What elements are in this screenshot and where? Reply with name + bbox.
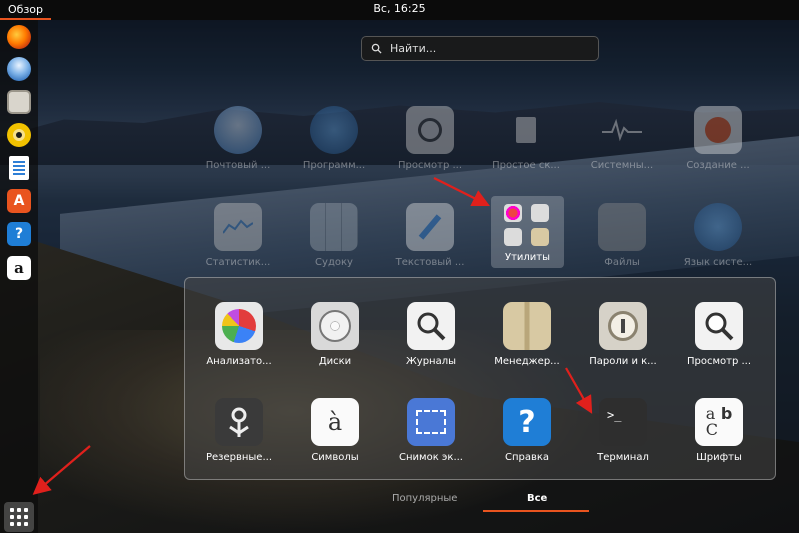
- app-disks[interactable]: Диски: [287, 302, 383, 367]
- top-bar: Обзор Вс, 16:25: [0, 0, 799, 20]
- amazon-icon[interactable]: a: [7, 256, 31, 280]
- app-statistics[interactable]: Статистик...: [190, 203, 286, 268]
- search-placeholder: Найти...: [390, 42, 437, 55]
- app-label: Системны...: [590, 160, 654, 171]
- app-label: Файлы: [604, 257, 640, 268]
- app-label: Резервные...: [205, 452, 272, 463]
- app-label: Диски: [318, 356, 352, 367]
- magnifier-icon: [406, 106, 454, 154]
- app-disk-usage-analyzer[interactable]: Анализато...: [191, 302, 287, 367]
- app-startup-disk[interactable]: Создание ...: [670, 106, 766, 171]
- sudoku-icon: [310, 203, 358, 251]
- app-mail[interactable]: Почтовый ...: [190, 106, 286, 171]
- help-icon[interactable]: ?: [7, 222, 31, 246]
- writer-icon[interactable]: [9, 156, 29, 180]
- app-backups[interactable]: Резервные...: [191, 398, 287, 463]
- fonts-icon: a bC: [695, 398, 743, 446]
- system-monitor-icon: [598, 106, 646, 154]
- tab-all[interactable]: Все: [527, 493, 547, 504]
- app-label: Терминал: [597, 452, 649, 463]
- app-screenshot[interactable]: Снимок эк...: [383, 398, 479, 463]
- app-sudoku[interactable]: Судоку: [286, 203, 382, 268]
- app-label: Язык систе...: [683, 257, 753, 268]
- files-icon[interactable]: [7, 90, 31, 114]
- text-editor-icon: [406, 203, 454, 251]
- app-label: Судоку: [315, 257, 353, 268]
- utilities-folder-label: Утилиты: [504, 252, 551, 263]
- app-image-viewer[interactable]: Просмотр ...: [382, 106, 478, 171]
- app-label: Менеджер...: [494, 356, 560, 367]
- app-archive-manager[interactable]: Менеджер...: [479, 302, 575, 367]
- show-applications-button[interactable]: [4, 502, 34, 532]
- mini-disk-usage-icon: [504, 204, 522, 222]
- backups-icon: [215, 398, 263, 446]
- app-label: Символы: [311, 452, 359, 463]
- clock[interactable]: Вс, 16:25: [0, 0, 799, 18]
- app-label: Пароли и к...: [589, 356, 657, 367]
- app-terminal[interactable]: >_ Терминал: [575, 398, 671, 463]
- mini-archive-icon: [531, 228, 549, 246]
- app-label: Снимок эк...: [399, 452, 463, 463]
- software-icon[interactable]: A: [7, 189, 31, 213]
- thunderbird-icon[interactable]: [7, 57, 31, 81]
- mini-logs-icon: [504, 228, 522, 246]
- app-document-viewer[interactable]: Просмотр ...: [671, 302, 767, 367]
- app-system-monitor[interactable]: Системны...: [574, 106, 670, 171]
- terminal-icon: >_: [599, 398, 647, 446]
- characters-icon: à: [311, 398, 359, 446]
- app-label: Статистик...: [205, 257, 271, 268]
- search-input[interactable]: Найти...: [361, 36, 599, 61]
- rhythmbox-icon[interactable]: [7, 123, 31, 147]
- archive-manager-icon: [503, 302, 551, 350]
- tab-popular[interactable]: Популярные: [392, 493, 457, 504]
- app-label: Создание ...: [686, 160, 750, 171]
- mini-disks-icon: [531, 204, 549, 222]
- language-globe-icon: [694, 203, 742, 251]
- app-label: Почтовый ...: [205, 160, 271, 171]
- app-label: Анализато...: [206, 356, 272, 367]
- app-label: Текстовый ...: [395, 257, 465, 268]
- app-fonts[interactable]: a bC Шрифты: [671, 398, 767, 463]
- folder-popover: Анализато... Диски Журналы Менеджер... П…: [184, 277, 776, 480]
- app-label: Простое ск...: [492, 160, 560, 171]
- disk-usage-pie-icon: [215, 302, 263, 350]
- disks-icon: [311, 302, 359, 350]
- startup-disk-icon: [694, 106, 742, 154]
- help-icon: ?: [503, 398, 551, 446]
- app-label: Просмотр ...: [397, 160, 463, 171]
- app-label: Программ...: [302, 160, 366, 171]
- scanner-icon: [502, 106, 550, 154]
- app-label: Журналы: [406, 356, 456, 367]
- app-label: Шрифты: [696, 452, 742, 463]
- dock: A ? a: [0, 20, 38, 533]
- app-logs[interactable]: Журналы: [383, 302, 479, 367]
- software-globe-icon: [310, 106, 358, 154]
- app-files[interactable]: Файлы: [574, 203, 670, 268]
- tab-active-indicator: [483, 510, 589, 512]
- files-folder-icon: [598, 203, 646, 251]
- screenshot-icon: [407, 398, 455, 446]
- app-help[interactable]: ? Справка: [479, 398, 575, 463]
- mail-icon: [214, 106, 262, 154]
- app-simple-scan[interactable]: Простое ск...: [478, 106, 574, 171]
- app-language[interactable]: Язык систе...: [670, 203, 766, 268]
- logs-icon: [407, 302, 455, 350]
- utilities-folder[interactable]: Утилиты: [491, 196, 564, 268]
- app-characters[interactable]: à Символы: [287, 398, 383, 463]
- app-passwords-keys[interactable]: Пароли и к...: [575, 302, 671, 367]
- document-viewer-icon: [695, 302, 743, 350]
- app-software[interactable]: Программ...: [286, 106, 382, 171]
- firefox-icon[interactable]: [7, 25, 31, 49]
- app-label: Справка: [504, 452, 550, 463]
- app-text-editor[interactable]: Текстовый ...: [382, 203, 478, 268]
- statistics-icon: [214, 203, 262, 251]
- search-icon: [371, 43, 382, 54]
- app-label: Просмотр ...: [686, 356, 752, 367]
- passwords-keys-icon: [599, 302, 647, 350]
